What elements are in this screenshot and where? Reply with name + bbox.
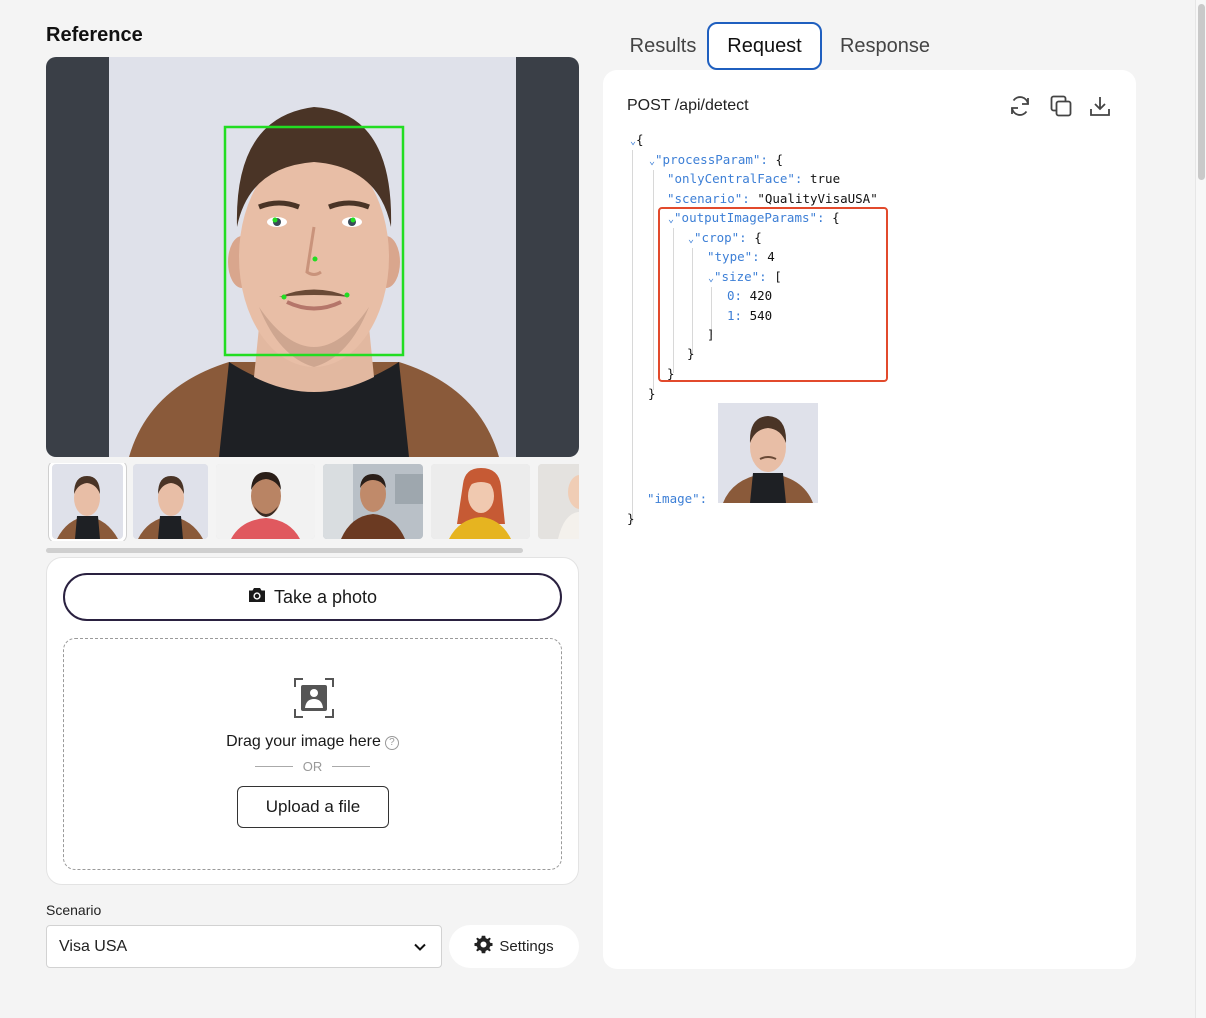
request-panel: POST /api/detect ⌄{ ⌄"processParam": { "… [603, 70, 1136, 969]
thumbnail-3[interactable] [216, 464, 315, 539]
scenario-label: Scenario [46, 902, 102, 918]
reference-photo [109, 57, 516, 457]
page-scrollbar-thumb[interactable] [1198, 4, 1205, 180]
drag-hint: Drag your image here? [64, 733, 561, 751]
tab-response[interactable]: Response [833, 22, 937, 70]
json-image-preview [718, 403, 818, 503]
json-key-image: "image": [647, 491, 708, 506]
thumbnail-2[interactable] [133, 464, 208, 539]
json-key-processParam: "processParam": [655, 152, 768, 167]
divider-line-left [254, 766, 293, 767]
thumbnail-1[interactable] [49, 463, 126, 541]
json-value-scenario: "QualityVisaUSA" [757, 191, 878, 206]
take-photo-button[interactable]: Take a photo [63, 573, 562, 621]
thumbnail-5[interactable] [431, 464, 530, 539]
page-scrollbar[interactable] [1195, 0, 1206, 1018]
thumbnail-scrollbar[interactable] [46, 548, 523, 553]
thumbnail-4[interactable] [323, 464, 423, 539]
image-dropzone[interactable]: Drag your image here? OR Upload a file [63, 638, 562, 870]
thumbnail-6[interactable] [538, 464, 579, 539]
json-key-scenario: "scenario": [667, 191, 750, 206]
help-icon[interactable]: ? [384, 736, 399, 750]
tab-request[interactable]: Request [707, 22, 822, 70]
reference-image-viewer [46, 57, 579, 457]
or-divider: OR [64, 759, 561, 774]
request-json-viewer: ⌄{ ⌄"processParam": { "onlyCentralFace":… [603, 70, 1136, 969]
output-params-highlight [658, 207, 888, 382]
upload-file-button[interactable]: Upload a file [237, 786, 389, 828]
settings-button[interactable]: Settings [449, 925, 579, 968]
json-key-onlyCentralFace: "onlyCentralFace": [667, 171, 803, 186]
take-photo-label: Take a photo [273, 586, 378, 607]
drag-hint-text: Drag your image here [226, 733, 381, 750]
json-value-onlyCentralFace: true [810, 171, 841, 186]
divider-line-right [332, 766, 371, 767]
scenario-selected-value: Visa USA [59, 937, 128, 955]
camera-icon [248, 587, 266, 608]
gear-icon [474, 935, 493, 958]
settings-label: Settings [499, 938, 554, 955]
or-label: OR [302, 759, 323, 774]
upload-card: Take a photo Drag your image here? OR Up… [46, 557, 579, 885]
sample-thumbnails [46, 463, 579, 541]
image-placeholder-icon [293, 677, 335, 724]
scenario-select[interactable]: Visa USA [46, 925, 442, 968]
tab-results[interactable]: Results [611, 22, 715, 70]
chevron-down-icon [413, 940, 427, 959]
reference-title: Reference [46, 24, 143, 46]
